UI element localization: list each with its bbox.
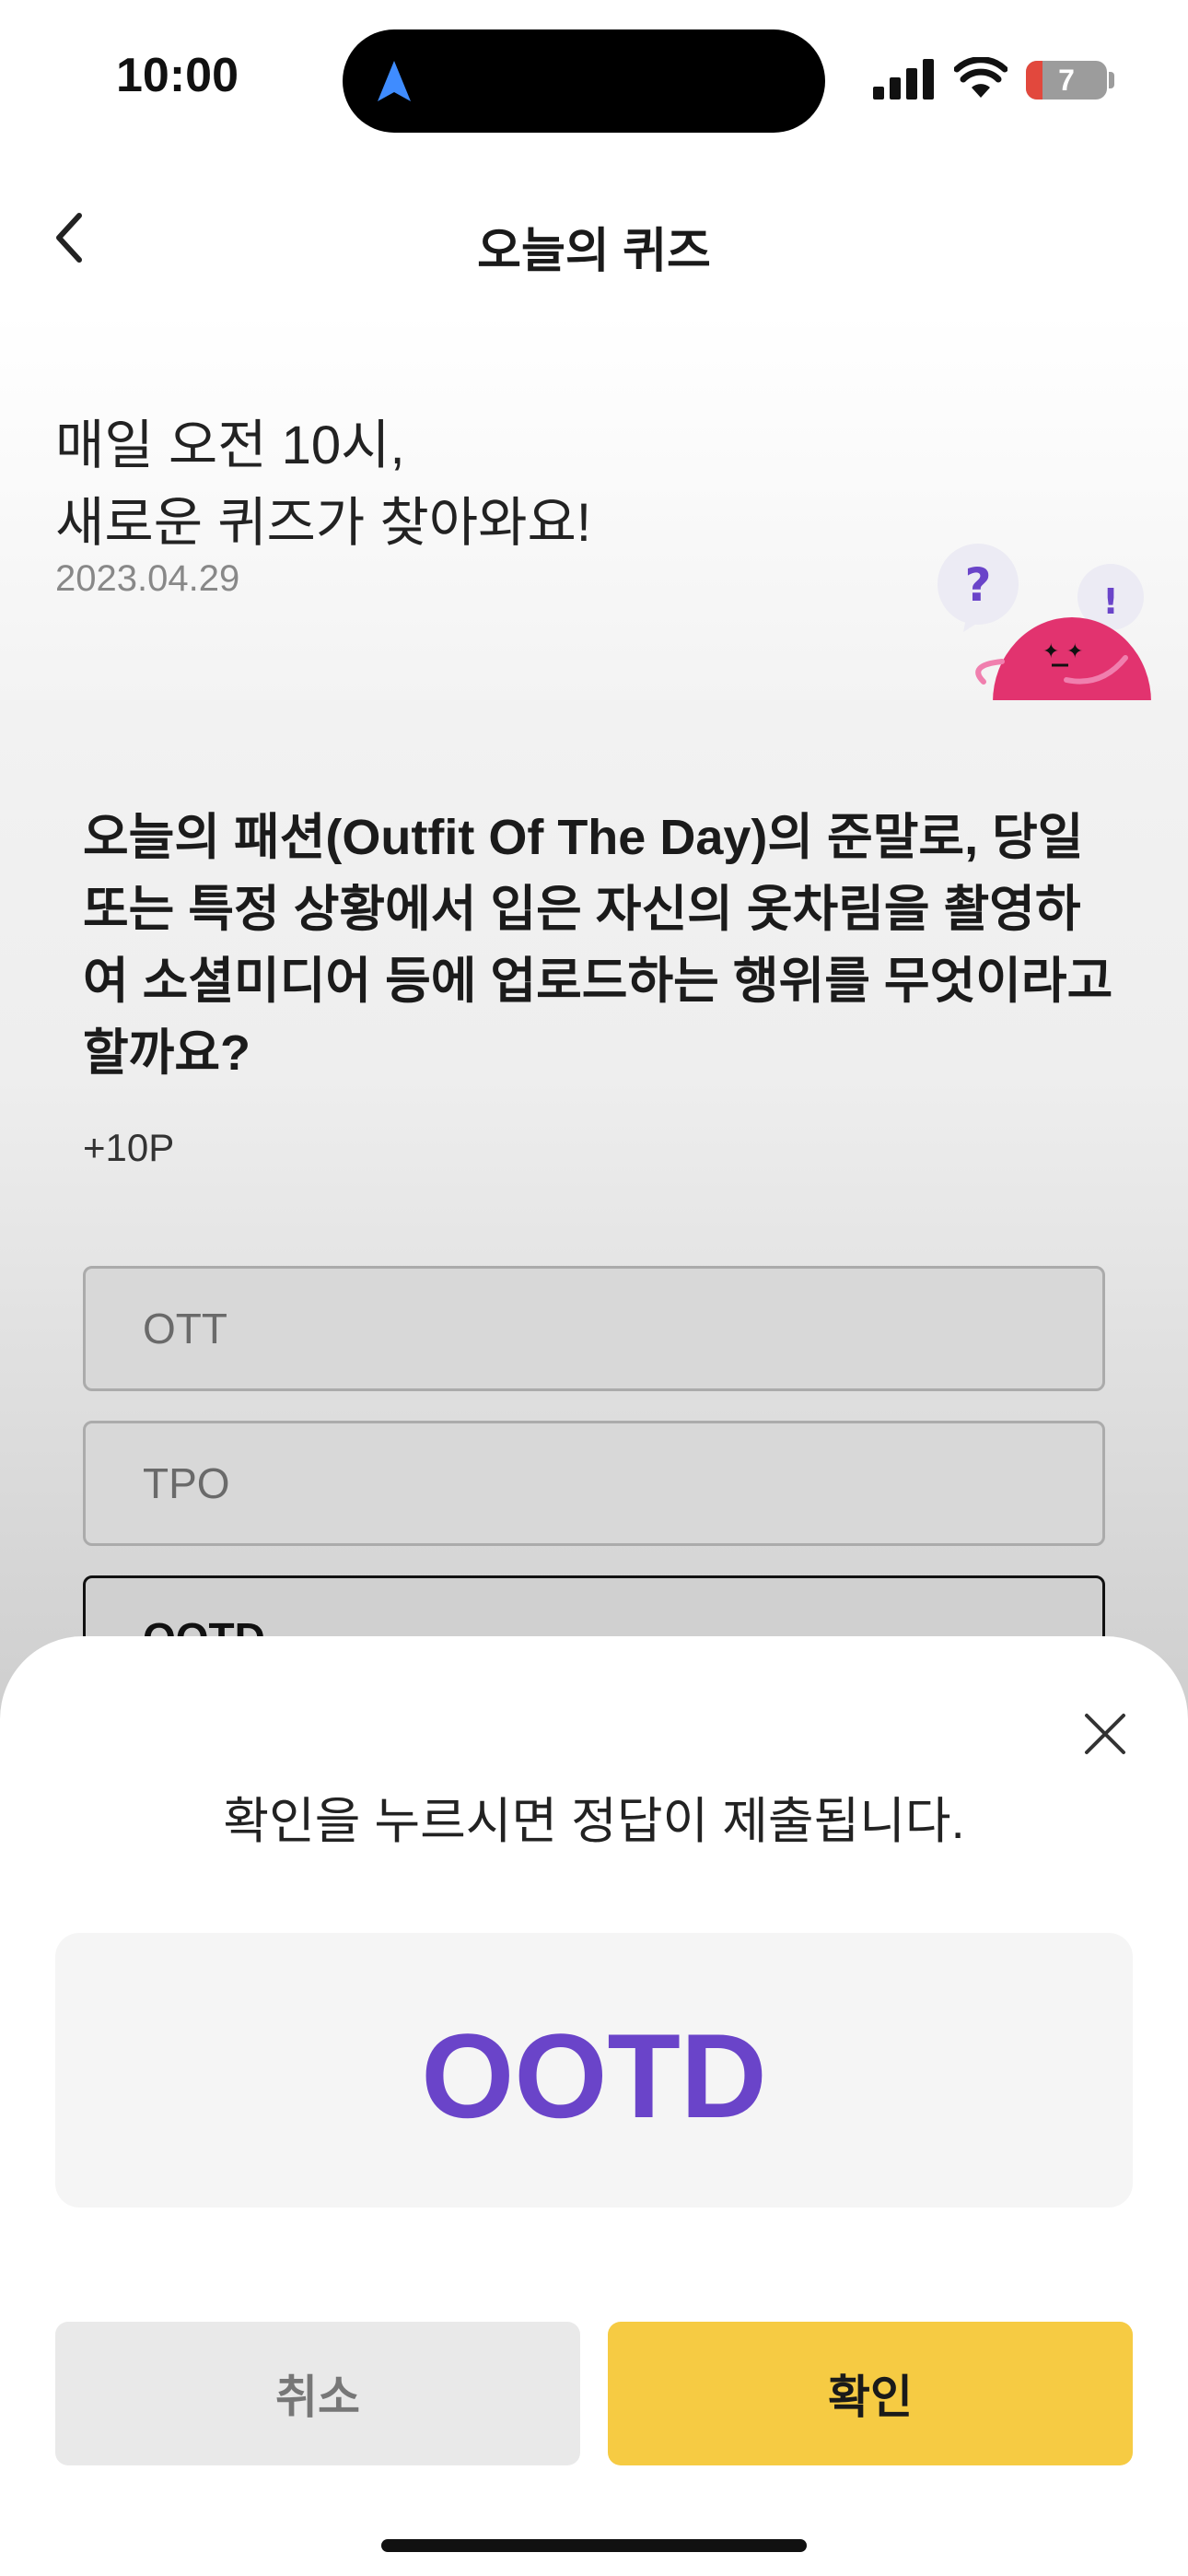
quiz-option-label: OTT bbox=[143, 1305, 227, 1352]
svg-text:✦: ✦ bbox=[1042, 640, 1059, 663]
wifi-icon bbox=[954, 57, 1007, 98]
svg-text:!: ! bbox=[1102, 581, 1118, 622]
svg-text:✦: ✦ bbox=[1066, 640, 1083, 663]
screen: 10:00 7 오늘의 퀴즈 매일 오전 10시, 새로운 퀴즈가 찾아와요! … bbox=[0, 0, 1188, 2576]
hero-line-2: 새로운 퀴즈가 찾아와요! bbox=[55, 493, 591, 553]
quiz-option[interactable]: OTT bbox=[83, 1266, 1105, 1391]
confirm-message: 확인을 누르시면 정답이 제출됩니다. bbox=[223, 1794, 965, 1849]
close-icon[interactable] bbox=[1083, 1712, 1127, 1756]
dynamic-island bbox=[343, 29, 825, 133]
quiz-option[interactable]: TPO bbox=[83, 1421, 1105, 1546]
quiz-points: +10P bbox=[83, 1126, 175, 1169]
mascot-illustration: ? ! ✦ ✦ bbox=[938, 544, 1151, 702]
battery-icon: 7 bbox=[1026, 61, 1107, 100]
selected-answer: OOTD bbox=[421, 2008, 767, 2143]
battery-level: 7 bbox=[1058, 64, 1075, 97]
page-title: 오늘의 퀴즈 bbox=[477, 225, 711, 278]
quiz-question: 오늘의 패션(Outfit Of The Day)의 준말로, 당일 또는 특정… bbox=[83, 810, 1113, 1081]
home-indicator[interactable] bbox=[381, 2539, 807, 2552]
confirm-button[interactable]: 확인 bbox=[608, 2322, 1133, 2465]
cancel-button[interactable]: 취소 bbox=[55, 2322, 580, 2465]
quiz-date: 2023.04.29 bbox=[55, 558, 240, 599]
status-time: 10:00 bbox=[116, 49, 239, 102]
hero-line-1: 매일 오전 10시, bbox=[55, 416, 405, 475]
location-arrow-icon bbox=[378, 61, 411, 101]
signal-icon bbox=[873, 59, 934, 100]
svg-text:?: ? bbox=[964, 558, 991, 612]
quiz-option-label: TPO bbox=[143, 1459, 230, 1507]
battery-cap bbox=[1109, 72, 1114, 88]
